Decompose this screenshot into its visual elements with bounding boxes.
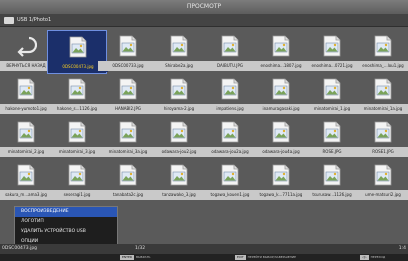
image-file-icon [117, 35, 139, 57]
image-file-icon [168, 121, 190, 143]
image-file-icon [66, 78, 88, 100]
hint-enter-label: ВЫБРАТЬ [135, 255, 151, 259]
file-tile[interactable] [353, 202, 408, 246]
folder-icon [4, 17, 14, 24]
current-path: USB 1/Photo1 [17, 17, 52, 23]
tile-caption: enoshima_...lou1.jpg [353, 61, 408, 71]
image-file-icon [372, 78, 394, 100]
tile-caption: ROSE1.JPG [353, 147, 408, 157]
image-file-icon [321, 78, 343, 100]
empty-slot [168, 207, 190, 229]
tile-caption: minatomirai_1a.jpg [353, 104, 408, 114]
hint-navigate-label: ПЕРЕХОД [370, 255, 386, 259]
image-file-icon [321, 35, 343, 57]
image-file-icon [219, 78, 241, 100]
path-bar: USB 1/Photo1 [0, 14, 408, 27]
file-counter: 1/32 [135, 246, 146, 251]
empty-slot [219, 207, 241, 229]
empty-slot [117, 207, 139, 229]
image-file-icon [66, 121, 88, 143]
arrow-keys-icon: ◁▷ [360, 255, 369, 260]
enter-key-icon: ENTER [120, 255, 134, 260]
selected-filename: 0DSC00473.jpg [2, 246, 38, 251]
image-file-icon [270, 121, 292, 143]
image-file-icon [168, 164, 190, 186]
tile-caption: ume-matsuri2.jpg [353, 190, 408, 200]
image-file-icon [15, 164, 37, 186]
image-file-icon [15, 121, 37, 143]
empty-slot [372, 207, 394, 229]
image-file-icon [219, 121, 241, 143]
image-file-icon [372, 121, 394, 143]
image-file-icon [117, 78, 139, 100]
return-arrow-icon [15, 35, 38, 57]
image-file-icon [372, 164, 394, 186]
image-file-icon [15, 78, 37, 100]
file-tile[interactable]: ume-matsuri2.jpg [353, 159, 408, 203]
file-tile[interactable]: ROSE1.JPG [353, 116, 408, 160]
menu-item-remove-usb[interactable]: УДАЛИТЬ УСТРОЙСТВО USB [15, 227, 117, 237]
hint-bar: ENTER ВЫБРАТЬ EXIT ПЕРЕЙТИ ВЫБОР/ЗАВЕРШЕНИ… [0, 254, 408, 261]
menu-item-playback[interactable]: ВОСПРОИЗВЕДЕНИЕ [15, 207, 117, 217]
image-file-icon [117, 121, 139, 143]
image-file-icon [270, 35, 292, 57]
image-file-icon [270, 78, 292, 100]
file-tile[interactable]: minatomirai_1a.jpg [353, 73, 408, 117]
image-file-icon [372, 35, 394, 57]
image-file-icon [67, 36, 89, 58]
zoom-ratio: 1:4 [398, 246, 406, 251]
menu-item-logo[interactable]: ЛОГОТИП [15, 217, 117, 227]
image-file-icon [117, 164, 139, 186]
hint-navigate: ◁▷ ПЕРЕХОД [360, 255, 385, 260]
hint-enter: ENTER ВЫБРАТЬ [120, 255, 150, 260]
empty-slot [270, 207, 292, 229]
context-menu: ВОСПРОИЗВЕДЕНИЕ ЛОГОТИП УДАЛИТЬ УСТРОЙСТ… [14, 206, 118, 247]
image-file-icon [321, 121, 343, 143]
hint-exit-label: ПЕРЕЙТИ ВЫБОР/ЗАВЕРШЕНИЕ [247, 255, 296, 259]
exit-key-icon: EXIT [235, 255, 246, 260]
file-tile[interactable]: enoshima_...lou1.jpg [353, 30, 408, 74]
image-file-icon [168, 35, 190, 57]
image-file-icon [270, 164, 292, 186]
window-title: ПРОСМОТР [0, 0, 408, 14]
status-bar: 0DSC00473.jpg 1/32 1:4 [0, 244, 408, 254]
empty-slot [321, 207, 343, 229]
image-file-icon [219, 164, 241, 186]
image-file-icon [219, 35, 241, 57]
hint-exit: EXIT ПЕРЕЙТИ ВЫБОР/ЗАВЕРШЕНИЕ [235, 255, 296, 260]
image-file-icon [321, 164, 343, 186]
image-file-icon [168, 78, 190, 100]
image-file-icon [66, 164, 88, 186]
